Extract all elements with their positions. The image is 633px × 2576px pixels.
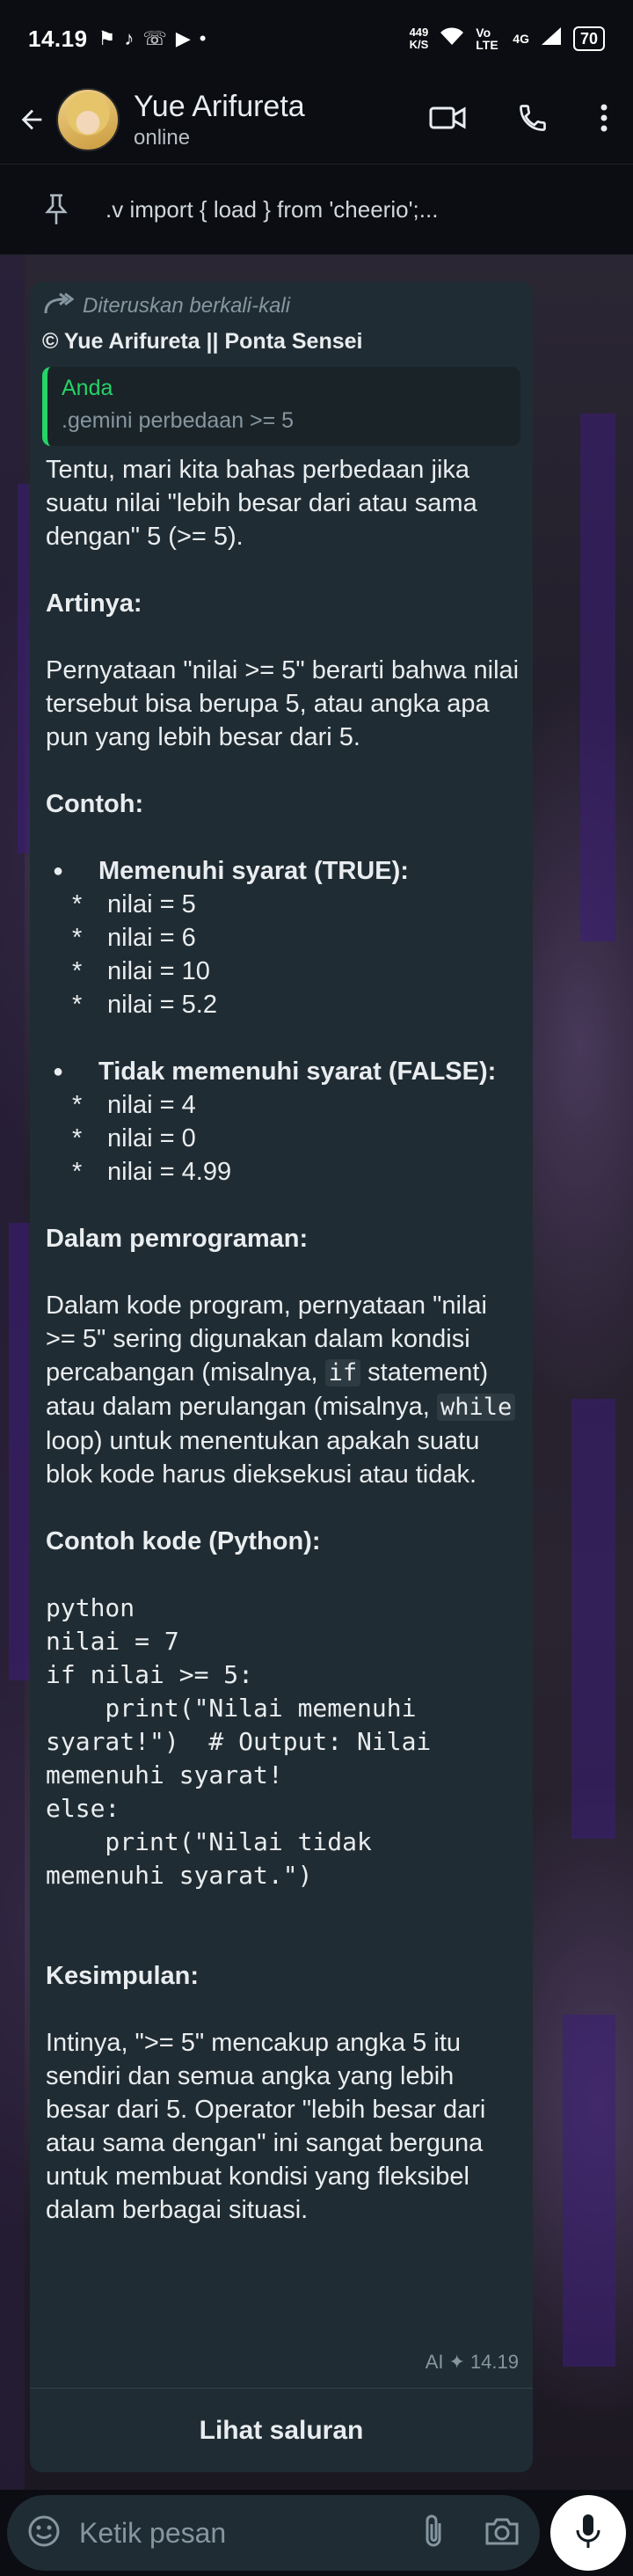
- intro-paragraph: Tentu, mari kita bahas perbedaan jika su…: [46, 456, 477, 551]
- message-input-bar: Ketik pesan: [0, 2490, 633, 2576]
- message-sender: © Yue Arifureta || Ponta Sensei: [42, 329, 363, 354]
- sparkle-icon: ✦: [448, 2351, 465, 2373]
- inline-code-if: if: [324, 1359, 361, 1387]
- attach-icon[interactable]: [422, 2513, 445, 2554]
- false-list-title: Tidak memenuhi syarat (FALSE):: [98, 1057, 497, 1086]
- forward-arrow-icon: [42, 292, 75, 321]
- ai-label: AI: [425, 2351, 444, 2373]
- true-list-title: Memenuhi syarat (TRUE):: [98, 857, 409, 885]
- view-channel-button[interactable]: Lihat saluran: [30, 2389, 533, 2472]
- artinya-heading: Artinya:: [46, 589, 142, 618]
- programming-paragraph: Dalam kode program, pernyataan "nilai >=…: [46, 1289, 520, 1491]
- contact-info[interactable]: Yue Arifureta online: [134, 90, 305, 150]
- youtube-icon: ▶: [175, 27, 191, 49]
- list-item: * nilai = 4: [72, 1091, 196, 1119]
- microphone-icon: [574, 2513, 602, 2554]
- notification-icons: ⚑ ♪ ☏ ▶ •: [98, 27, 207, 50]
- signal-icon: [540, 26, 563, 53]
- conclusion-heading: Kesimpulan:: [46, 1962, 200, 1990]
- programming-heading: Dalam pemrograman:: [46, 1225, 309, 1253]
- code-example-heading: Contoh kode (Python):: [46, 1527, 321, 1555]
- list-item: * nilai = 5.2: [72, 991, 217, 1019]
- forwarded-label: Diteruskan berkali-kali: [42, 290, 520, 322]
- conclusion-paragraph: Intinya, ">= 5" mencakup angka 5 itu sen…: [46, 2029, 486, 2224]
- forwarded-text: Diteruskan berkali-kali: [83, 294, 291, 318]
- microphone-button[interactable]: [550, 2495, 626, 2571]
- battery-indicator: 70: [572, 26, 605, 51]
- camera-icon[interactable]: [484, 2515, 520, 2551]
- list-item: ● Memenuhi syarat (TRUE):: [46, 854, 520, 888]
- list-item: * nilai = 0: [72, 1124, 196, 1153]
- pinned-message-text: .v import { load } from 'cheerio';...: [106, 195, 439, 223]
- message-bubble[interactable]: Diteruskan berkali-kali © Yue Arifureta …: [30, 282, 533, 2472]
- list-item: * nilai = 5: [72, 890, 196, 918]
- volte-label: Vo LTE: [476, 26, 498, 52]
- whatsapp-icon: ☏: [142, 27, 167, 49]
- inline-code-while: while: [436, 1394, 516, 1421]
- bullet-icon: ●: [53, 1062, 64, 1081]
- list-item: * nilai = 6: [72, 924, 196, 952]
- message-input[interactable]: Ketik pesan: [7, 2495, 540, 2571]
- chat-header: Yue Arifureta online: [0, 77, 633, 162]
- net-speed: 449 K/S: [409, 26, 429, 51]
- network-type: 4G: [513, 32, 529, 46]
- emoji-icon[interactable]: [26, 2514, 62, 2553]
- artinya-paragraph: Pernyataan "nilai >= 5" berarti bahwa ni…: [46, 656, 520, 751]
- wifi-icon: [439, 26, 465, 53]
- notification-app-icon: ⚑: [98, 27, 116, 49]
- voice-call-icon[interactable]: [517, 102, 549, 138]
- contoh-heading: Contoh:: [46, 790, 144, 818]
- quoted-message[interactable]: Anda .gemini perbedaan >= 5: [42, 367, 520, 446]
- contact-name: Yue Arifureta: [134, 89, 305, 123]
- quote-text: .gemini perbedaan >= 5: [62, 408, 295, 433]
- video-call-icon[interactable]: [429, 105, 466, 135]
- more-options-icon[interactable]: [600, 103, 608, 137]
- code-block: python nilai = 7 if nilai >= 5: print("N…: [46, 1593, 432, 1890]
- back-arrow-icon[interactable]: [14, 102, 49, 137]
- more-notifications-icon: •: [199, 27, 207, 49]
- input-placeholder: Ketik pesan: [79, 2516, 227, 2549]
- pin-icon: [14, 178, 98, 241]
- list-item: ● Tidak memenuhi syarat (FALSE):: [46, 1055, 520, 1088]
- message-time: 14.19: [469, 2351, 519, 2373]
- message-body: Tentu, mari kita bahas perbedaan jika su…: [42, 453, 520, 2227]
- message-meta: AI ✦ 14.19: [426, 2351, 519, 2374]
- pinned-message-bar[interactable]: .v import { load } from 'cheerio';...: [0, 164, 633, 255]
- contact-status: online: [134, 125, 191, 150]
- bullet-icon: ●: [53, 861, 64, 881]
- status-bar: 14.19 ⚑ ♪ ☏ ▶ • 449 K/S Vo LTE 4G 70: [0, 0, 633, 77]
- tiktok-icon: ♪: [124, 27, 135, 49]
- status-time: 14.19: [28, 25, 88, 52]
- quote-author: Anda: [62, 376, 113, 400]
- list-item: * nilai = 4.99: [72, 1158, 232, 1186]
- list-item: * nilai = 10: [72, 957, 210, 985]
- avatar[interactable]: [56, 88, 120, 151]
